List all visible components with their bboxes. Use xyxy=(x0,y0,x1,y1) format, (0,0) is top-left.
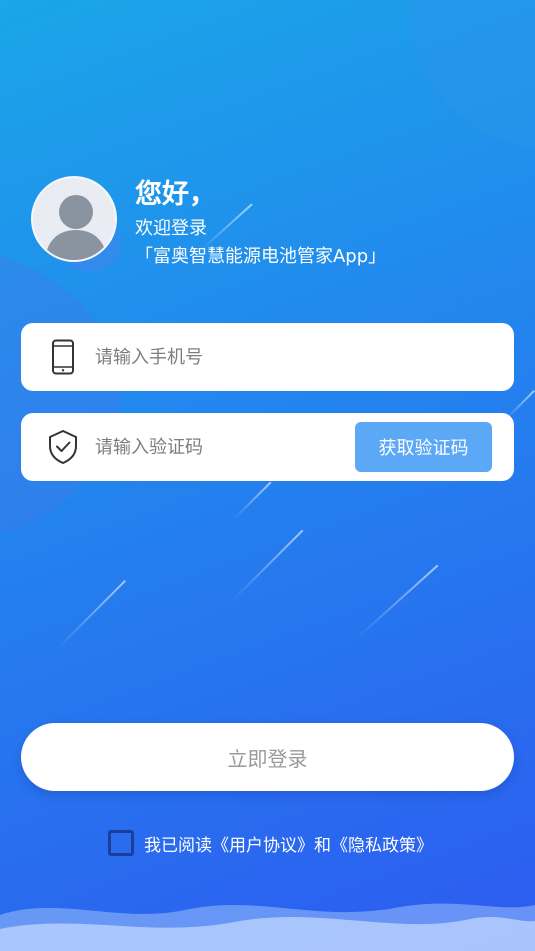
phone-icon xyxy=(52,339,74,375)
agreement-checkbox[interactable] xyxy=(108,830,134,856)
shield-check-icon xyxy=(49,430,77,464)
background-blob-left xyxy=(0,245,120,545)
code-input[interactable] xyxy=(95,430,335,464)
app-name: 「富奥智慧能源电池管家App」 xyxy=(135,246,387,267)
light-streak xyxy=(355,564,439,640)
welcome-text: 欢迎登录 xyxy=(135,218,207,239)
user-icon xyxy=(45,195,107,260)
agreement-text[interactable]: 我已阅读《用户协议》和《隐私政策》 xyxy=(144,831,433,856)
light-streak xyxy=(231,529,304,602)
phone-field[interactable] xyxy=(21,323,514,391)
light-streak xyxy=(57,580,126,649)
avatar[interactable] xyxy=(31,176,117,262)
agreement-row[interactable]: 我已阅读《用户协议》和《隐私政策》 xyxy=(108,829,433,857)
login-button[interactable]: 立即登录 xyxy=(21,723,514,791)
light-streak xyxy=(233,481,272,520)
phone-input[interactable] xyxy=(95,340,335,374)
bottom-wave xyxy=(0,903,535,951)
get-code-button[interactable]: 获取验证码 xyxy=(355,422,492,472)
code-field[interactable]: 获取验证码 xyxy=(21,413,514,481)
background-blob-top-right xyxy=(410,0,535,150)
greeting-title: 您好， xyxy=(135,179,216,210)
